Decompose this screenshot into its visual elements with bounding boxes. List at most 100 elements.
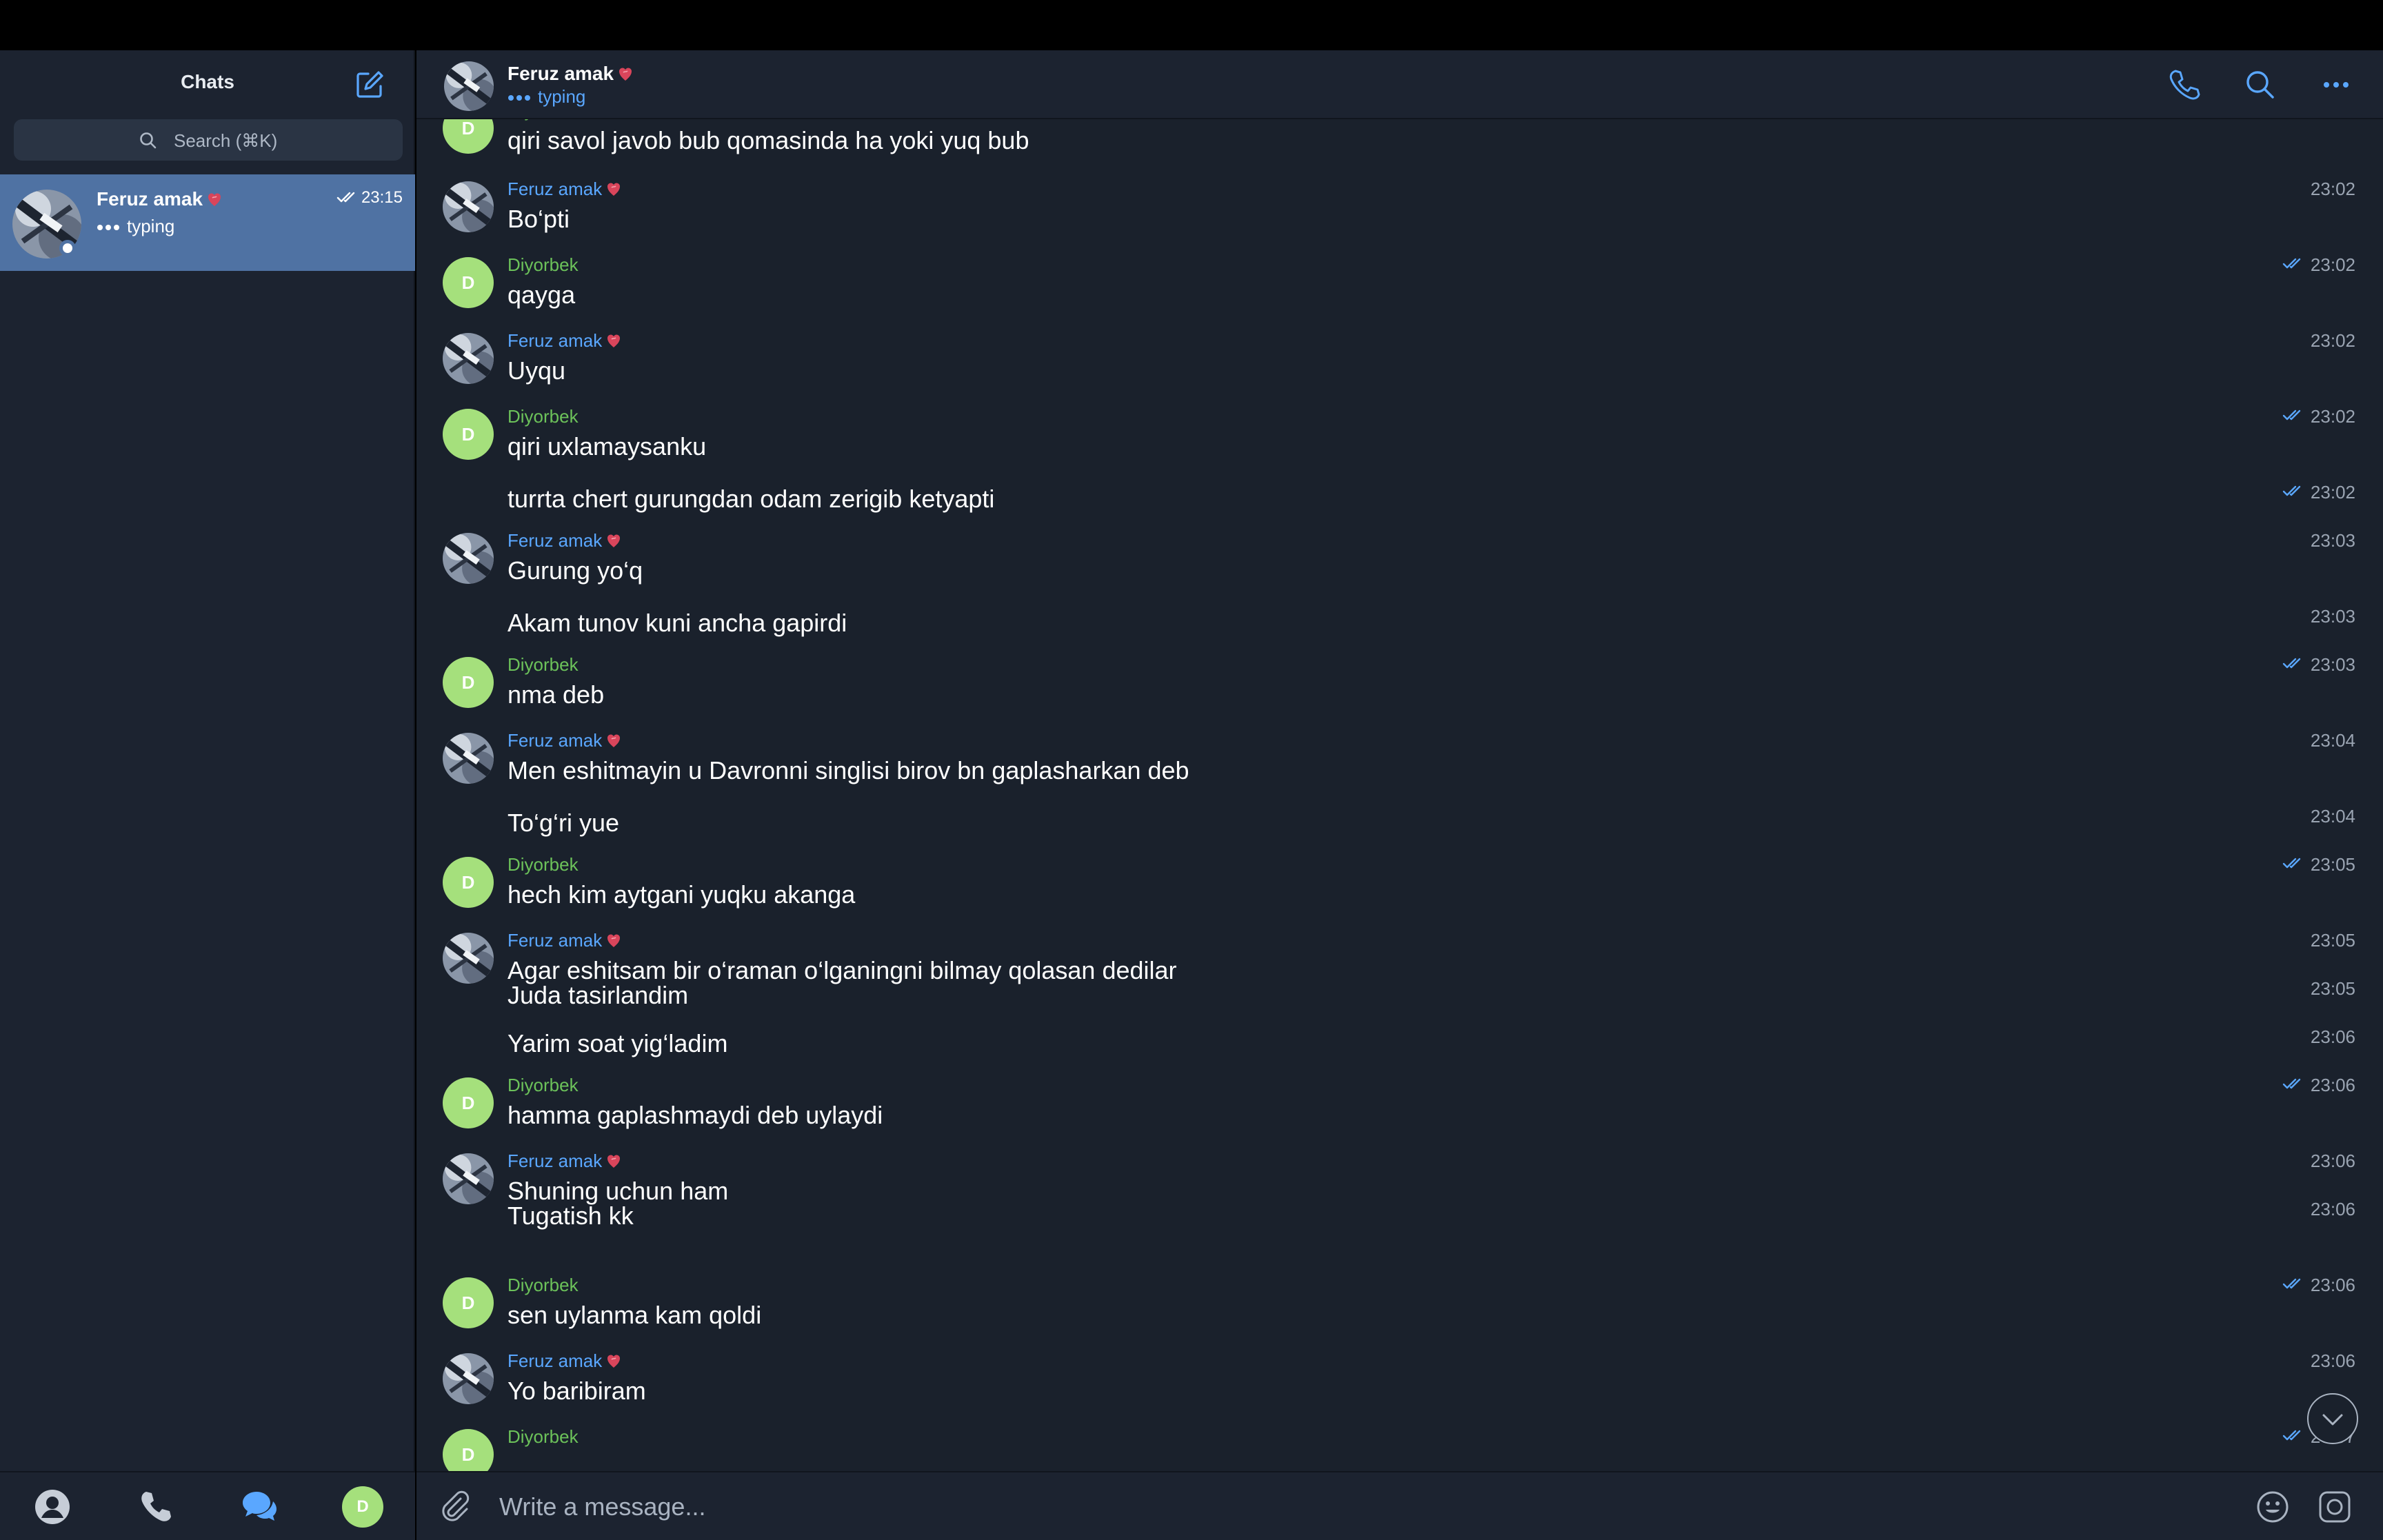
- message-sender[interactable]: Diyorbek: [507, 1426, 579, 1448]
- avatar[interactable]: [443, 1353, 494, 1404]
- message-text: Bo‘pti: [507, 205, 570, 233]
- more-icon[interactable]: [2318, 67, 2354, 103]
- chat-header-name[interactable]: Feruz amak: [507, 63, 633, 85]
- compose-icon[interactable]: [353, 68, 386, 101]
- heart-icon: [607, 1355, 621, 1368]
- message-text: Akam tunov kuni ancha gapirdi: [507, 609, 847, 637]
- sidebar: Chats Search (⌘K) Feruz amak typing 23:1…: [0, 50, 415, 1540]
- double-check-icon: [2282, 1277, 2304, 1290]
- message-sender[interactable]: Feruz amak: [507, 930, 621, 951]
- avatar[interactable]: [443, 1153, 494, 1204]
- attach-icon[interactable]: [437, 1489, 472, 1523]
- chevron-down-icon: [2322, 1414, 2343, 1426]
- message-time: 23:06: [2310, 1075, 2355, 1095]
- search-icon: [140, 132, 157, 149]
- double-check-icon: [2282, 408, 2304, 422]
- message-time: 23:05: [2310, 978, 2355, 999]
- message-time: 23:03: [2310, 654, 2355, 675]
- avatar[interactable]: [443, 733, 494, 784]
- message-text: hech kim aytgani yuqku akanga: [507, 880, 856, 909]
- avatar[interactable]: D: [443, 1277, 494, 1328]
- message-time: 23:02: [2310, 482, 2355, 503]
- online-indicator: [59, 240, 76, 256]
- message-sender[interactable]: Feruz amak: [507, 330, 621, 352]
- message-time: 23:04: [2310, 730, 2355, 751]
- message-sender[interactable]: Diyorbek: [507, 119, 579, 121]
- message-text: Tugatish kk: [507, 1202, 634, 1230]
- avatar[interactable]: D: [443, 257, 494, 308]
- double-check-icon: [2282, 1077, 2304, 1091]
- message-time: 23:06: [2310, 1350, 2355, 1371]
- heart-icon: [607, 534, 621, 547]
- avatar[interactable]: D: [443, 1077, 494, 1128]
- chat-time: 23:15: [336, 188, 403, 207]
- heart-icon: [607, 1155, 621, 1168]
- avatar[interactable]: D: [443, 657, 494, 708]
- typing-dots-icon: [97, 225, 119, 231]
- message-sender[interactable]: Diyorbek: [507, 1075, 579, 1096]
- avatar[interactable]: D: [443, 409, 494, 460]
- message-sender[interactable]: Diyorbek: [507, 1275, 579, 1296]
- message-sender[interactable]: Feruz amak: [507, 1350, 621, 1372]
- message-sender[interactable]: Diyorbek: [507, 654, 579, 676]
- message-sender[interactable]: Feruz amak: [507, 530, 621, 551]
- message-time: 23:06: [2310, 1026, 2355, 1047]
- message-list[interactable]: D Diyorbek qiri savol javob bub qomasinda …: [416, 119, 2383, 1471]
- sticker-icon[interactable]: [2317, 1489, 2353, 1525]
- heart-icon: [619, 68, 632, 81]
- message-text: Yarim soat yig‘ladim: [507, 1029, 728, 1057]
- message-text: qiri savol javob bub qomasinda ha yoki y…: [507, 126, 1029, 154]
- avatar[interactable]: D: [443, 1429, 494, 1471]
- heart-icon: [607, 183, 621, 196]
- chats-icon[interactable]: [240, 1488, 279, 1526]
- message-time: 23:02: [2310, 406, 2355, 427]
- message-time: 23:03: [2310, 530, 2355, 551]
- message-sender[interactable]: Feruz amak: [507, 179, 621, 200]
- message-time: 23:01: [2311, 119, 2355, 121]
- double-check-icon: [2282, 856, 2304, 870]
- chat-list-item[interactable]: Feruz amak typing 23:15: [0, 174, 415, 271]
- search-input[interactable]: Search (⌘K): [14, 119, 403, 161]
- message-text: hamma gaplashmaydi deb uylaydi: [507, 1101, 883, 1129]
- message-time: 23:06: [2310, 1275, 2355, 1295]
- message-composer: [416, 1471, 2383, 1540]
- chat-name: Feruz amak: [97, 188, 222, 210]
- scroll-to-bottom-button[interactable]: [2307, 1393, 2358, 1444]
- phone-icon[interactable]: [2166, 67, 2202, 103]
- avatar[interactable]: [444, 61, 494, 111]
- search-icon[interactable]: [2242, 67, 2278, 103]
- message-sender[interactable]: Diyorbek: [507, 854, 579, 875]
- window-top-bar: [0, 0, 2383, 50]
- profile-avatar[interactable]: D: [342, 1486, 383, 1528]
- calls-icon[interactable]: [137, 1488, 175, 1526]
- avatar[interactable]: [443, 533, 494, 584]
- avatar[interactable]: [443, 181, 494, 232]
- double-check-icon: [2282, 256, 2304, 270]
- chat-header-status: typing: [507, 86, 585, 108]
- message-time: 23:04: [2310, 806, 2355, 827]
- message-sender[interactable]: Diyorbek: [507, 406, 579, 427]
- avatar[interactable]: D: [443, 119, 494, 154]
- message-time: 23:06: [2310, 1151, 2355, 1171]
- emoji-icon[interactable]: [2255, 1489, 2291, 1525]
- message-sender[interactable]: Feruz amak: [507, 1151, 621, 1172]
- avatar[interactable]: [443, 333, 494, 384]
- chat-typing-status: typing: [97, 216, 174, 237]
- chat-header: Feruz amak typing: [416, 50, 2383, 119]
- message-time: 23:02: [2310, 179, 2355, 199]
- search-placeholder: Search (⌘K): [174, 130, 278, 151]
- message-sender[interactable]: Diyorbek: [507, 254, 579, 276]
- message-text: sen uylanma kam qoldi: [507, 1301, 762, 1329]
- heart-icon: [208, 193, 221, 206]
- message-input[interactable]: [499, 1486, 2223, 1528]
- contacts-icon[interactable]: [33, 1488, 72, 1526]
- avatar[interactable]: D: [443, 857, 494, 908]
- avatar[interactable]: [443, 933, 494, 984]
- message-time: 23:05: [2310, 930, 2355, 951]
- double-check-icon: [336, 192, 355, 203]
- double-check-icon: [2282, 484, 2304, 498]
- heart-icon: [607, 934, 621, 947]
- heart-icon: [607, 334, 621, 347]
- message-text: qayga: [507, 281, 576, 309]
- message-sender[interactable]: Feruz amak: [507, 730, 621, 751]
